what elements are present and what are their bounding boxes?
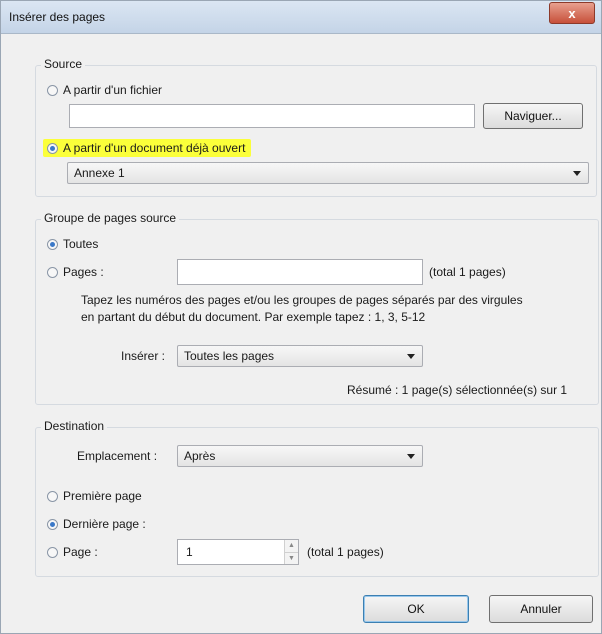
radio-dot-selected bbox=[47, 142, 58, 154]
radio-from-file[interactable]: A partir d'un fichier bbox=[47, 83, 162, 97]
radio-last-page[interactable]: Dernière page : bbox=[47, 517, 146, 531]
chevron-down-icon bbox=[407, 354, 415, 359]
pages-input[interactable] bbox=[177, 259, 423, 285]
insert-pages-dialog: Insérer des pages x Source A partir d'un… bbox=[0, 0, 602, 634]
radio-all-pages[interactable]: Toutes bbox=[47, 237, 98, 251]
radio-dot bbox=[47, 266, 58, 278]
location-label: Emplacement : bbox=[77, 449, 158, 463]
chevron-down-icon bbox=[407, 454, 415, 459]
spin-down-icon[interactable]: ▼ bbox=[285, 551, 298, 565]
open-document-selected: Annexe 1 bbox=[74, 166, 125, 180]
radio-first-page-label: Première page bbox=[63, 489, 142, 503]
radio-dot-selected bbox=[47, 238, 58, 250]
insert-label: Insérer : bbox=[121, 349, 166, 363]
insert-selected: Toutes les pages bbox=[184, 349, 275, 363]
radio-from-file-label: A partir d'un fichier bbox=[63, 83, 163, 97]
chevron-down-icon bbox=[573, 171, 581, 176]
insert-select[interactable]: Toutes les pages bbox=[177, 345, 423, 367]
page-number-input[interactable]: 1 ▲ ▼ bbox=[177, 539, 299, 565]
file-path-input[interactable] bbox=[69, 104, 475, 128]
radio-dot bbox=[47, 546, 58, 558]
close-button[interactable]: x bbox=[549, 2, 595, 24]
open-document-select[interactable]: Annexe 1 bbox=[67, 162, 589, 184]
source-legend: Source bbox=[41, 57, 86, 71]
radio-dot bbox=[47, 84, 58, 96]
radio-from-open-document-label: A partir d'un document déjà ouvert bbox=[63, 141, 246, 155]
radio-all-pages-label: Toutes bbox=[63, 237, 99, 251]
close-icon: x bbox=[568, 5, 576, 21]
help-text-line-2: en partant du début du document. Par exe… bbox=[81, 310, 426, 324]
page-number-stepper[interactable]: ▲ ▼ bbox=[284, 540, 298, 564]
ok-button[interactable]: OK bbox=[363, 595, 469, 623]
radio-dot bbox=[47, 490, 58, 502]
radio-dot-selected bbox=[47, 518, 58, 530]
title-bar: Insérer des pages x bbox=[1, 1, 601, 34]
browse-button[interactable]: Naviguer... bbox=[483, 103, 583, 129]
window-title: Insérer des pages bbox=[9, 10, 106, 24]
cancel-button[interactable]: Annuler bbox=[489, 595, 593, 623]
page-group-legend: Groupe de pages source bbox=[41, 211, 180, 225]
destination-total: (total 1 pages) bbox=[307, 545, 384, 559]
radio-page[interactable]: Page : bbox=[47, 545, 98, 559]
radio-from-open-document[interactable]: A partir d'un document déjà ouvert bbox=[43, 139, 252, 157]
location-select[interactable]: Après bbox=[177, 445, 423, 467]
radio-pages-label: Pages : bbox=[63, 265, 104, 279]
radio-pages[interactable]: Pages : bbox=[47, 265, 104, 279]
pages-total: (total 1 pages) bbox=[429, 265, 506, 279]
location-selected: Après bbox=[184, 449, 216, 463]
help-text-line-1: Tapez les numéros des pages et/ou les gr… bbox=[81, 293, 523, 307]
destination-legend: Destination bbox=[41, 419, 108, 433]
spin-up-icon[interactable]: ▲ bbox=[285, 540, 298, 552]
radio-page-label: Page : bbox=[63, 545, 98, 559]
radio-last-page-label: Dernière page : bbox=[63, 517, 146, 531]
selection-summary: Résumé : 1 page(s) sélectionnée(s) sur 1 bbox=[347, 383, 568, 397]
radio-first-page[interactable]: Première page bbox=[47, 489, 142, 503]
